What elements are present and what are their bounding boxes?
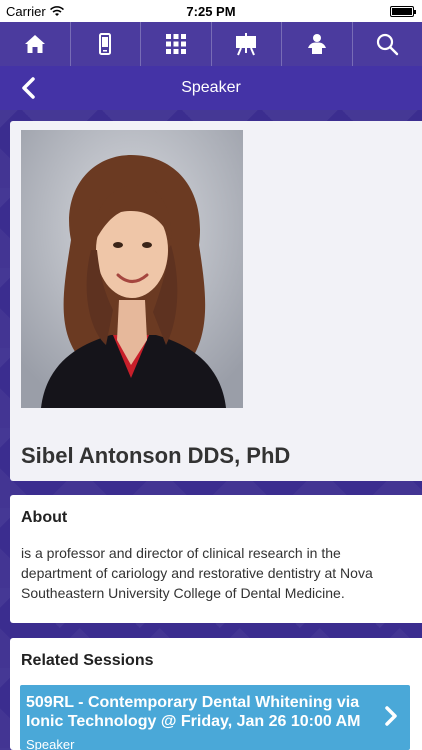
- nav-person-button[interactable]: [282, 22, 353, 66]
- about-body: is a professor and director of clinical …: [21, 545, 373, 601]
- home-icon: [24, 35, 45, 53]
- session-role: Speaker: [26, 737, 75, 750]
- clock: 7:25 PM: [186, 4, 236, 19]
- portrait-image: [21, 130, 243, 408]
- nav-presentation-button[interactable]: [212, 22, 282, 66]
- speaker-photo: [21, 130, 243, 408]
- nav-home-button[interactable]: [0, 22, 71, 66]
- nav-grid-button[interactable]: [141, 22, 212, 66]
- related-sessions-heading: Related Sessions: [21, 652, 154, 669]
- grid-icon: [165, 34, 186, 54]
- session-title: 509RL - Contemporary Dental Whitening vi…: [26, 694, 361, 730]
- page-title: Speaker: [181, 79, 241, 96]
- phone-icon: [99, 33, 112, 55]
- title-bar: Speaker: [0, 66, 422, 110]
- chevron-left-icon[interactable]: [18, 76, 40, 100]
- related-sessions-card: Related Sessions 509RL - Contemporary De…: [10, 638, 422, 750]
- presentation-icon: [236, 33, 257, 56]
- person-icon: [307, 34, 326, 54]
- nav-phone-button[interactable]: [71, 22, 141, 66]
- nav-icon-bar: [0, 22, 422, 66]
- nav-search-button[interactable]: [353, 22, 422, 66]
- chevron-right-icon: [385, 706, 397, 726]
- battery-fill: [392, 8, 412, 15]
- speaker-profile-card: Sibel Antonson DDS, PhD: [10, 121, 422, 481]
- battery-icon: [390, 6, 416, 17]
- about-card: About is a professor and director of cli…: [10, 495, 422, 623]
- status-bar: Carrier 7:25 PM: [0, 0, 422, 22]
- speaker-name: Sibel Antonson DDS, PhD: [21, 443, 291, 468]
- session-list-item[interactable]: 509RL - Contemporary Dental Whitening vi…: [20, 685, 410, 750]
- about-heading: About: [21, 509, 68, 526]
- search-icon: [377, 33, 399, 56]
